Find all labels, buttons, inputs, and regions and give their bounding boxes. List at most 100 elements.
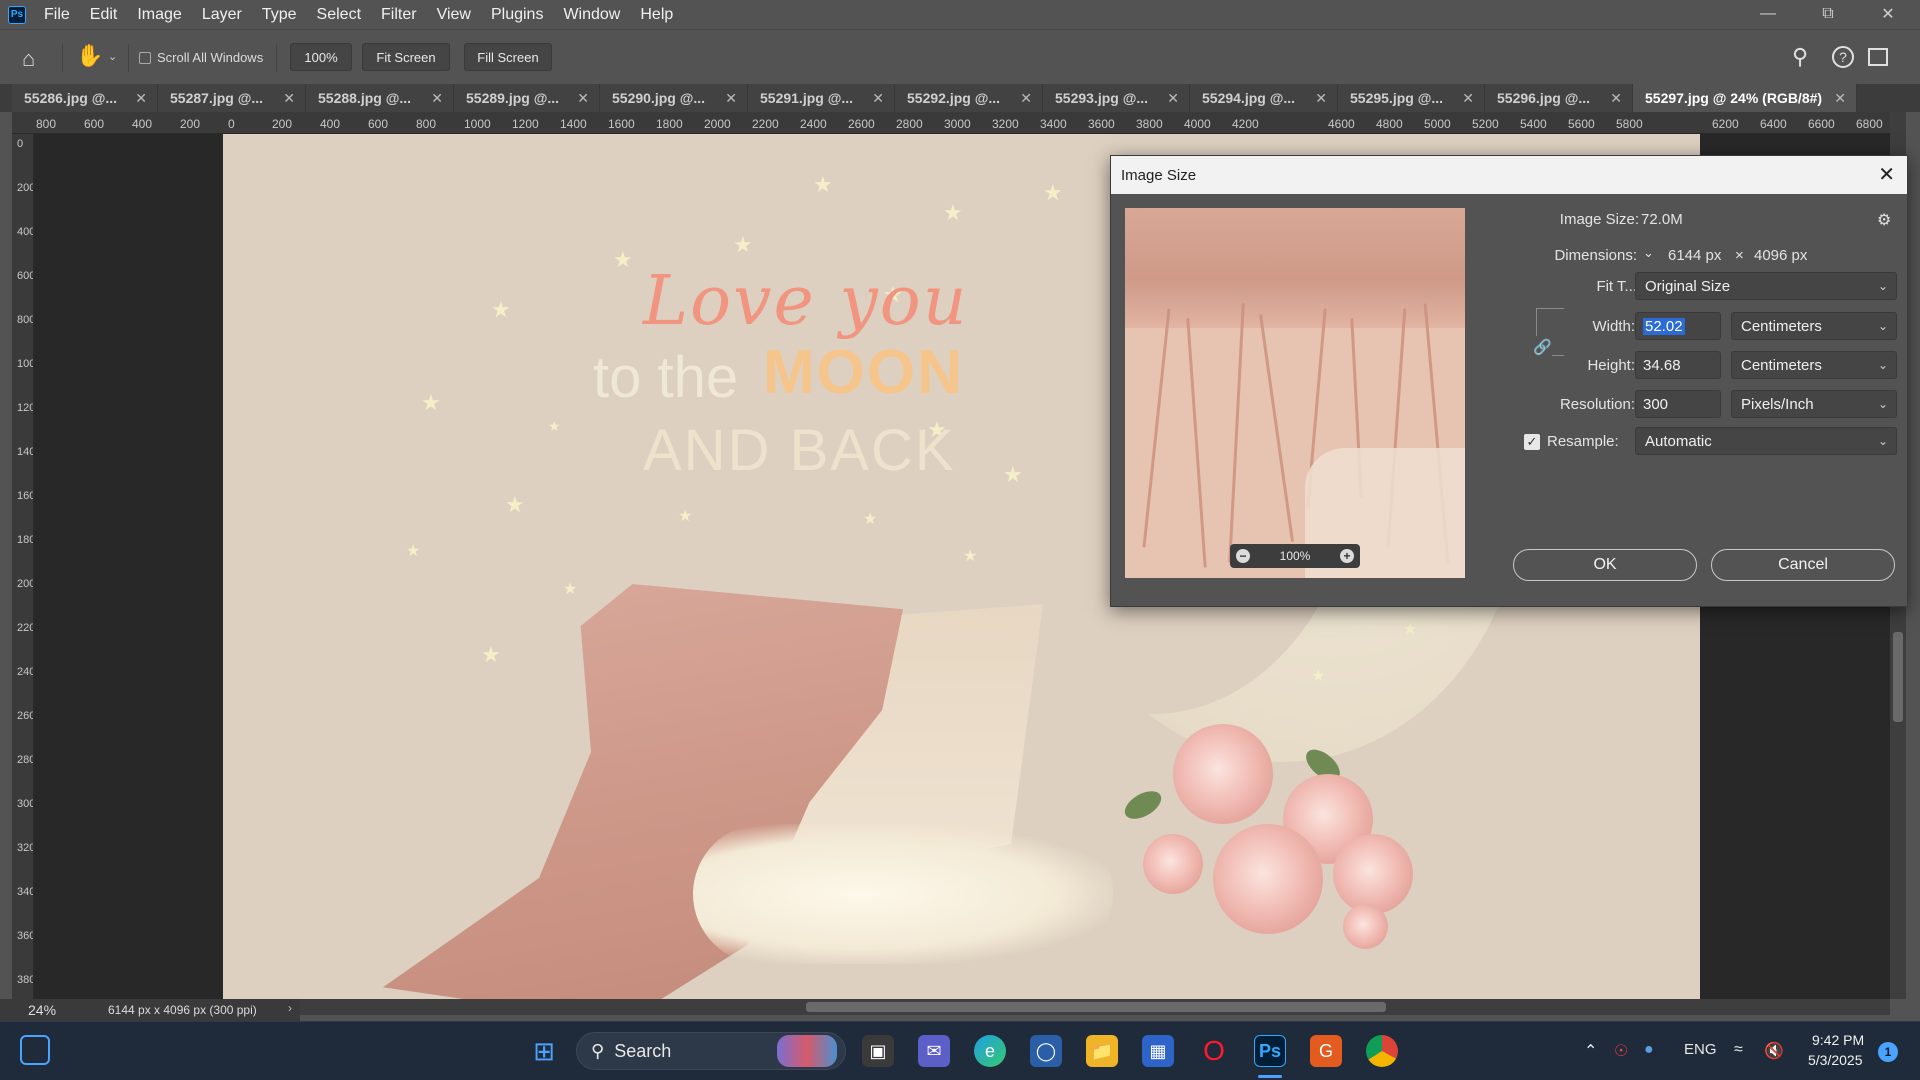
zoom-100-button[interactable]: 100% bbox=[290, 43, 352, 71]
restore-icon[interactable]: ⧉ bbox=[1804, 3, 1852, 25]
notification-badge[interactable]: 1 bbox=[1878, 1042, 1898, 1062]
tab-55288[interactable]: 55288.jpg @... ✕ bbox=[306, 84, 454, 112]
wifi-icon[interactable]: ≈ bbox=[1734, 1041, 1743, 1059]
teams-icon[interactable]: ✉ bbox=[918, 1035, 950, 1067]
file-explorer-icon[interactable]: 📁 bbox=[1086, 1035, 1118, 1067]
dimensions-chevron-icon[interactable]: ⌄ bbox=[1643, 245, 1654, 261]
clock-time[interactable]: 9:42 PM bbox=[1812, 1032, 1864, 1048]
tab-close-icon[interactable]: ✕ bbox=[872, 90, 884, 107]
task-view-icon[interactable]: ▣ bbox=[862, 1035, 894, 1067]
resample-dropdown[interactable]: Automatic ⌄ bbox=[1635, 427, 1897, 455]
horizontal-ruler[interactable]: 800 600 400 200 0 200 400 600 800 1000 1… bbox=[12, 112, 1906, 134]
fiber-strand bbox=[1186, 318, 1207, 568]
tab-close-icon[interactable]: ✕ bbox=[1020, 90, 1032, 107]
resample-checkbox[interactable]: ✓ bbox=[1524, 434, 1540, 450]
tab-55294[interactable]: 55294.jpg @... ✕ bbox=[1190, 84, 1338, 112]
ok-button[interactable]: OK bbox=[1513, 549, 1697, 581]
menu-help[interactable]: Help bbox=[640, 6, 673, 24]
tray-globe-icon[interactable]: ● bbox=[1644, 1041, 1654, 1059]
search-icon[interactable]: ⚲ bbox=[1792, 44, 1808, 70]
tab-close-icon[interactable]: ✕ bbox=[1167, 90, 1179, 107]
link-icon[interactable]: 🔗 bbox=[1533, 336, 1552, 358]
opera-browser-icon[interactable]: O bbox=[1198, 1035, 1230, 1067]
tab-close-icon[interactable]: ✕ bbox=[1315, 90, 1327, 107]
width-unit-dropdown[interactable]: Centimeters ⌄ bbox=[1731, 312, 1897, 340]
scroll-all-windows-checkbox[interactable] bbox=[139, 52, 151, 64]
height-unit-dropdown[interactable]: Centimeters ⌄ bbox=[1731, 351, 1897, 379]
home-icon[interactable]: ⌂ bbox=[22, 46, 35, 72]
horizontal-scroll-thumb[interactable] bbox=[806, 1002, 1386, 1012]
status-zoom[interactable]: 24% bbox=[28, 1002, 56, 1018]
tab-close-icon[interactable]: ✕ bbox=[283, 90, 295, 107]
zoom-out-icon[interactable]: − bbox=[1236, 549, 1250, 563]
chevron-down-icon[interactable]: ⌄ bbox=[108, 50, 117, 63]
widgets-icon[interactable] bbox=[20, 1035, 50, 1065]
tab-close-icon[interactable]: ✕ bbox=[725, 90, 737, 107]
vertical-ruler[interactable]: 0 200 400 600 800 1000 1200 1400 1600 18… bbox=[12, 134, 34, 999]
tab-close-icon[interactable]: ✕ bbox=[1610, 90, 1622, 107]
tab-close-icon[interactable]: ✕ bbox=[431, 90, 443, 107]
menu-view[interactable]: View bbox=[437, 6, 471, 24]
cancel-button[interactable]: Cancel bbox=[1711, 549, 1895, 581]
menu-layer[interactable]: Layer bbox=[202, 6, 242, 24]
menu-select[interactable]: Select bbox=[317, 6, 361, 24]
tab-55296[interactable]: 55296.jpg @... ✕ bbox=[1485, 84, 1633, 112]
window-close-icon[interactable]: ✕ bbox=[1864, 3, 1912, 25]
workspace-icon[interactable] bbox=[1868, 48, 1888, 66]
photoshop-taskbar-icon[interactable]: Ps bbox=[1254, 1035, 1286, 1067]
resolution-input[interactable]: 300 bbox=[1635, 390, 1721, 418]
tab-55286[interactable]: 55286.jpg @... ✕ bbox=[12, 84, 158, 112]
vpn-shield-icon[interactable]: G bbox=[1310, 1035, 1342, 1067]
tab-close-icon[interactable]: ✕ bbox=[1462, 90, 1474, 107]
tab-55293[interactable]: 55293.jpg @... ✕ bbox=[1043, 84, 1190, 112]
fit-screen-button[interactable]: Fit Screen bbox=[362, 43, 450, 71]
help-icon[interactable]: ? bbox=[1832, 46, 1854, 68]
vertical-scroll-thumb[interactable] bbox=[1893, 632, 1903, 722]
menu-plugins[interactable]: Plugins bbox=[491, 6, 543, 24]
star-icon: ★ bbox=[1311, 668, 1326, 685]
dialog-titlebar[interactable]: Image Size ✕ bbox=[1111, 156, 1907, 194]
menu-filter[interactable]: Filter bbox=[381, 6, 417, 24]
tab-55297-active[interactable]: 55297.jpg @ 24% (RGB/8#) ✕ bbox=[1633, 84, 1857, 112]
height-input[interactable]: 34.68 bbox=[1635, 351, 1721, 379]
tab-55295[interactable]: 55295.jpg @... ✕ bbox=[1338, 84, 1485, 112]
resolution-unit-dropdown[interactable]: Pixels/Inch ⌄ bbox=[1731, 390, 1897, 418]
start-windows-icon[interactable]: ⊞ bbox=[528, 1035, 560, 1067]
chevron-up-icon[interactable]: ⌃ bbox=[1584, 1041, 1597, 1061]
gear-icon[interactable]: ⚙ bbox=[1877, 210, 1891, 230]
dialog-close-icon[interactable]: ✕ bbox=[1878, 162, 1895, 187]
horizontal-scrollbar[interactable] bbox=[300, 999, 1890, 1015]
edge-browser-icon[interactable]: e bbox=[974, 1035, 1006, 1067]
tab-close-icon[interactable]: ✕ bbox=[135, 90, 147, 107]
tab-55291[interactable]: 55291.jpg @... ✕ bbox=[748, 84, 895, 112]
taskbar-search-box[interactable]: ⚲ Search bbox=[576, 1032, 846, 1070]
hand-tool-icon[interactable]: ✋ bbox=[76, 43, 103, 69]
clock-date[interactable]: 5/3/2025 bbox=[1808, 1052, 1863, 1068]
menu-image[interactable]: Image bbox=[137, 6, 181, 24]
menu-window[interactable]: Window bbox=[563, 6, 620, 24]
language-indicator[interactable]: ENG bbox=[1684, 1041, 1717, 1058]
copilot-icon[interactable]: ◯ bbox=[1030, 1035, 1062, 1067]
menu-edit[interactable]: Edit bbox=[90, 6, 118, 24]
fit-to-dropdown[interactable]: Original Size ⌄ bbox=[1635, 272, 1897, 300]
width-input[interactable]: 52.02 bbox=[1635, 312, 1721, 340]
menu-type[interactable]: Type bbox=[262, 6, 297, 24]
tab-55290[interactable]: 55290.jpg @... ✕ bbox=[600, 84, 748, 112]
menu-file[interactable]: File bbox=[44, 6, 70, 24]
minimize-icon[interactable]: — bbox=[1744, 3, 1792, 25]
tab-close-icon[interactable]: ✕ bbox=[577, 90, 589, 107]
preview-thumbnail[interactable]: − 100% + bbox=[1125, 208, 1465, 578]
star-icon: ★ bbox=[863, 511, 878, 528]
tab-55287[interactable]: 55287.jpg @... ✕ bbox=[158, 84, 306, 112]
volume-muted-icon[interactable]: 🔇 bbox=[1764, 1041, 1784, 1061]
chrome-browser-icon[interactable] bbox=[1366, 1035, 1398, 1067]
tab-close-icon[interactable]: ✕ bbox=[1834, 90, 1846, 107]
tab-55292[interactable]: 55292.jpg @... ✕ bbox=[895, 84, 1043, 112]
divider bbox=[62, 44, 63, 72]
microsoft-store-icon[interactable]: ▦ bbox=[1142, 1035, 1174, 1067]
zoom-in-icon[interactable]: + bbox=[1339, 549, 1354, 563]
tray-app-icon[interactable]: ☉ bbox=[1614, 1041, 1628, 1061]
chevron-right-icon[interactable]: › bbox=[288, 1001, 292, 1015]
tab-55289[interactable]: 55289.jpg @... ✕ bbox=[454, 84, 600, 112]
fill-screen-button[interactable]: Fill Screen bbox=[464, 43, 552, 71]
